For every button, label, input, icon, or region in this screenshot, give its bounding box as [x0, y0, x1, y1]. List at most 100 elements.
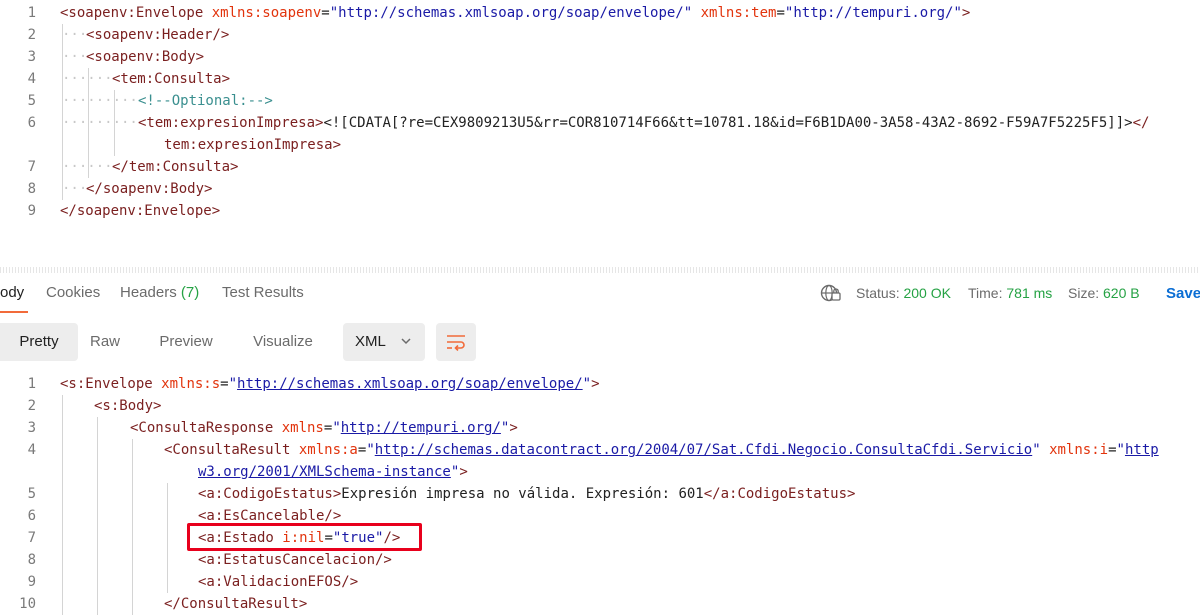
code-text: tem:expresionImpresa> [164, 134, 341, 156]
code-token: </ConsultaResult> [164, 596, 308, 612]
code-token: <soapenv:Body> [86, 49, 205, 65]
code-text: </ConsultaResult> [164, 593, 307, 615]
code-token: <s:Envelope [60, 376, 162, 392]
code-token: <a:CodigoEstatus> [198, 486, 342, 502]
code-token: <ConsultaResult [164, 442, 299, 458]
code-token: > [509, 420, 518, 436]
code-text: <tem:Consulta> [112, 68, 230, 90]
line-number: 1 [27, 5, 36, 21]
size-value: 620 B [1103, 285, 1140, 301]
code-token: xmlns:soapenv [211, 5, 322, 21]
code-token: xmlns:s [161, 376, 221, 392]
code-token: http://schemas.datacontract.org/2004/07/… [374, 442, 1033, 458]
indent-guide [132, 439, 133, 615]
code-token: = [321, 5, 330, 21]
size-label: Size: [1068, 285, 1100, 301]
save-response-button[interactable]: Save [1166, 285, 1200, 302]
active-tab-indicator [0, 311, 28, 313]
line-number: 5 [27, 93, 36, 109]
wrap-lines-icon [446, 333, 466, 355]
line-number: 8 [27, 181, 36, 197]
line-number: 10 [19, 596, 36, 612]
language-select[interactable]: XML [343, 323, 425, 361]
code-token: </a:CodigoEstatus> [703, 486, 856, 502]
tab-test-results[interactable]: Test Results [222, 284, 304, 301]
code-token: </soapenv:Body> [86, 181, 213, 197]
code-token: </soapenv:Envelope> [60, 203, 221, 219]
code-token: <a:ValidacionEFOS/> [198, 574, 359, 590]
code-token: <s:Body> [94, 398, 162, 414]
line-number: 6 [27, 115, 36, 131]
code-token: xmlns:i [1049, 442, 1109, 458]
tab-cookies[interactable]: Cookies [46, 284, 100, 301]
line-number: 3 [27, 49, 36, 65]
code-token: " [332, 420, 341, 436]
line-number: 4 [27, 71, 36, 87]
line-number: 2 [27, 27, 36, 43]
format-visualize-button[interactable]: Visualize [240, 323, 326, 361]
code-token: <tem:expresionImpresa> [138, 115, 324, 131]
code-token: > [961, 5, 971, 21]
code-token: = [776, 5, 785, 21]
code-token: "http://schemas.xmlsoap.org/soap/envelop… [329, 5, 693, 21]
code-token: <![CDATA[?re=CEX9809213U5&rr=COR810714F6… [323, 115, 1133, 131]
globe-network-icon[interactable] [820, 284, 842, 305]
code-token: " [228, 376, 238, 392]
code-token: <soapenv:Header/> [86, 27, 230, 43]
code-text: <a:EstatusCancelacion/> [198, 549, 392, 571]
status-readout: Status: 200 OK [856, 285, 951, 301]
tab-headers-label: Headers [120, 284, 177, 301]
format-preview-button[interactable]: Preview [148, 323, 224, 361]
line-number: 7 [27, 530, 36, 546]
code-token: " [582, 376, 592, 392]
code-text: </tem:Consulta> [112, 156, 238, 178]
status-label: Status: [856, 285, 900, 301]
code-token: </ [1132, 115, 1150, 131]
code-token: xmlns:a [298, 442, 358, 458]
whitespace-marker: ··· [62, 181, 88, 197]
pane-resize-handle[interactable] [0, 267, 1200, 273]
tab-body[interactable]: ody [0, 284, 24, 301]
wrap-lines-button[interactable] [436, 323, 476, 361]
code-text: <ConsultaResult xmlns:a = "http://schemas.… [164, 439, 1159, 461]
whitespace-marker: ··· [62, 27, 88, 43]
code-token: <ConsultaResponse [130, 420, 282, 436]
code-token: <tem:Consulta> [112, 71, 231, 87]
code-token: <soapenv:Envelope [60, 5, 212, 21]
response-body-viewer[interactable]: 1 <s:Envelope xmlns:s="http://schemas.xml… [0, 373, 1200, 615]
line-number: 9 [27, 574, 36, 590]
line-number: 4 [27, 442, 36, 458]
tab-headers[interactable]: Headers (7) [120, 284, 199, 301]
code-token: http [1124, 442, 1159, 458]
format-pretty-button[interactable]: Pretty [0, 323, 78, 361]
code-token: xmlns [281, 420, 324, 436]
line-number: 6 [27, 508, 36, 524]
line-number: 3 [27, 420, 36, 436]
code-text: <soapenv:Envelope xmlns:soapenv="http://… [60, 2, 970, 24]
code-token: > [459, 464, 468, 480]
code-token: Expresión impresa no válida. Expresión: … [341, 486, 704, 502]
code-text: <tem:expresionImpresa><![CDATA[?re=CEX98… [138, 112, 1149, 134]
code-text: <ConsultaResponse xmlns="http://tempuri.… [130, 417, 518, 439]
request-body-editor[interactable]: 1 <soapenv:Envelope xmlns:soapenv="http:/… [0, 0, 1200, 262]
code-token: " [366, 442, 375, 458]
code-token: http://schemas.xmlsoap.org/soap/envelope… [237, 376, 583, 392]
status-value: 200 OK [903, 285, 951, 301]
code-token: <a:EsCancelable/> [198, 508, 342, 524]
size-readout: Size: 620 B [1068, 285, 1140, 301]
indent-guide [114, 90, 115, 156]
line-number: 2 [27, 398, 36, 414]
language-select-value: XML [355, 333, 386, 350]
code-text: <a:CodigoEstatus>Expresión impresa no vá… [198, 483, 855, 505]
code-token: = [220, 376, 229, 392]
indent-guide [97, 417, 98, 615]
code-text: <soapenv:Body> [86, 46, 204, 68]
code-text: <!--Optional:--> [138, 90, 273, 112]
format-raw-button[interactable]: Raw [78, 323, 132, 361]
code-text: <s:Envelope xmlns:s="http://schemas.xmls… [60, 373, 600, 395]
code-token: = [1108, 442, 1117, 458]
line-number: 7 [27, 159, 36, 175]
whitespace-marker: ··· [62, 49, 88, 65]
line-number: 9 [27, 203, 36, 219]
